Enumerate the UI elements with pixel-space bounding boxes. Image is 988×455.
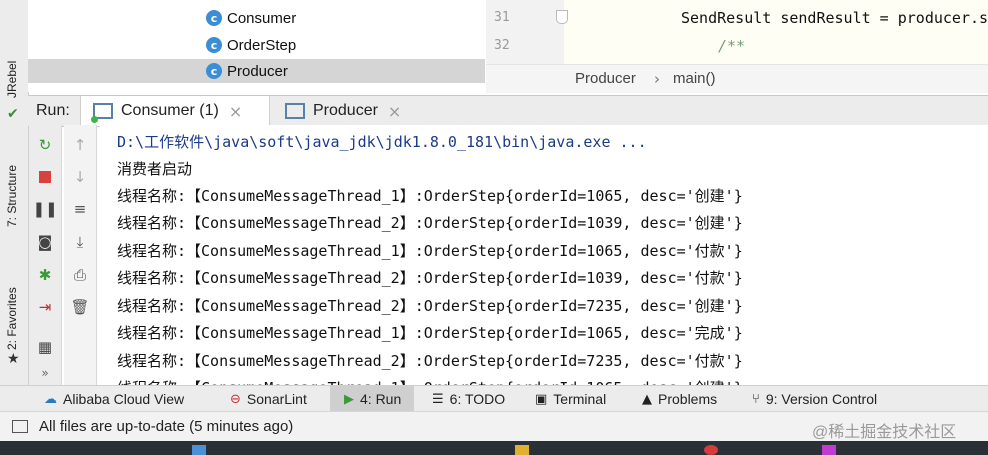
run-tab-bar: Run: Consumer (1) × Producer × bbox=[28, 95, 988, 127]
console-line: 线程名称:【ConsumeMessageThread_1】:OrderStep{… bbox=[117, 242, 743, 260]
running-dot-icon bbox=[91, 116, 98, 123]
tab-todo[interactable]: ☰ 6: TODO bbox=[432, 386, 505, 412]
tree-item-consumer[interactable]: c Consumer bbox=[206, 6, 296, 30]
run-toolbar: ↻ ❚❚ ◙ ✱ ⇥ ▦ » bbox=[29, 125, 62, 385]
tab-sonarlint[interactable]: ⊖ SonarLint bbox=[230, 386, 307, 412]
cloud-icon: ☁ bbox=[44, 391, 57, 407]
line-number: 32 bbox=[494, 38, 510, 53]
console-line: 线程名称:【ConsumeMessageThread_2】:OrderStep{… bbox=[117, 214, 743, 232]
structure-tab[interactable]: 7: Structure bbox=[5, 165, 19, 227]
jrebel-icon: ✔ bbox=[7, 106, 19, 122]
terminal-icon: ▣ bbox=[535, 391, 548, 407]
tab-label: Alibaba Cloud View bbox=[63, 391, 185, 407]
code-editor[interactable]: 31 32 SendResult sendResult = producer.s… bbox=[486, 0, 988, 64]
line-number: 31 bbox=[494, 10, 510, 25]
tab-producer[interactable]: Producer × bbox=[271, 96, 421, 126]
more-icon[interactable]: » bbox=[35, 363, 55, 383]
console-line: D:\工作软件\java\soft\java_jdk\jdk1.8.0_181\… bbox=[117, 133, 647, 151]
console-line: 线程名称:【ConsumeMessageThread_1】:OrderStep{… bbox=[117, 324, 743, 342]
class-icon: c bbox=[206, 10, 222, 26]
taskbar-app-icon[interactable] bbox=[192, 445, 206, 455]
console-line: 消费者启动 bbox=[117, 160, 193, 178]
tab-run[interactable]: ▶ 4: Run bbox=[330, 386, 414, 412]
breadcrumb: Producer › main() bbox=[486, 64, 988, 93]
camera-icon[interactable]: ◙ bbox=[35, 232, 55, 252]
exit-icon[interactable]: ⇥ bbox=[35, 297, 55, 317]
arrow-up-icon[interactable]: ↑ bbox=[70, 135, 90, 155]
console-toolbar: ↑ ↓ ≡ ⤓ ⎙ 🗑 bbox=[64, 125, 97, 385]
run-panel-label: Run: bbox=[36, 102, 70, 119]
stop-icon[interactable] bbox=[35, 167, 55, 187]
layout-icon[interactable]: ▦ bbox=[35, 337, 55, 357]
trash-icon[interactable]: 🗑 bbox=[70, 297, 90, 317]
todo-list-icon: ☰ bbox=[432, 391, 444, 407]
tab-label: Consumer (1) bbox=[121, 102, 219, 119]
pause-icon[interactable]: ❚❚ bbox=[32, 199, 57, 219]
restart-debug-icon[interactable]: ✱ bbox=[35, 265, 55, 285]
tab-label: 9: Version Control bbox=[765, 391, 878, 407]
tree-item-label: OrderStep bbox=[227, 36, 297, 54]
tab-label: SonarLint bbox=[246, 391, 307, 407]
os-taskbar bbox=[0, 441, 988, 455]
tab-label: Producer bbox=[313, 102, 378, 119]
console-line: 线程名称:【ConsumeMessageThread_2】:OrderStep{… bbox=[117, 352, 743, 370]
console-line: 线程名称:【ConsumeMessageThread_2】:OrderStep{… bbox=[117, 297, 743, 315]
warning-icon: ▲ bbox=[642, 391, 652, 407]
code-line: /** bbox=[718, 37, 746, 55]
watermark: @稀土掘金技术社区 bbox=[812, 424, 957, 441]
taskbar-app-icon[interactable] bbox=[704, 445, 718, 455]
console-line: 线程名称:【ConsumeMessageThread_1】:OrderStep{… bbox=[117, 187, 743, 205]
console-line: 线程名称:【ConsumeMessageThread_2】:OrderStep{… bbox=[117, 269, 743, 287]
close-icon[interactable]: × bbox=[229, 102, 242, 121]
class-icon: c bbox=[206, 37, 222, 53]
arrow-down-icon[interactable]: ↓ bbox=[70, 167, 90, 187]
soft-wrap-icon[interactable]: ≡ bbox=[70, 199, 90, 219]
star-icon: ★ bbox=[7, 351, 20, 367]
taskbar-app-icon[interactable] bbox=[822, 445, 836, 455]
console-icon bbox=[285, 103, 305, 119]
tab-label: 4: Run bbox=[360, 391, 402, 407]
console-icon bbox=[91, 103, 113, 123]
code-line: SendResult sendResult = producer.s bbox=[681, 9, 988, 27]
editor-gutter: 31 32 bbox=[486, 0, 568, 64]
tree-item-label: Consumer bbox=[227, 9, 297, 27]
tree-item-label: Producer bbox=[227, 62, 288, 80]
tab-label: Problems bbox=[658, 391, 718, 407]
status-message: All files are up-to-date (5 minutes ago) bbox=[39, 418, 294, 435]
tab-consumer[interactable]: Consumer (1) × bbox=[80, 96, 270, 126]
print-icon[interactable]: ⎙ bbox=[70, 265, 90, 285]
breadcrumb-chevron-icon: › bbox=[654, 70, 660, 88]
breadcrumb-method[interactable]: main() bbox=[673, 70, 716, 87]
project-tree: c Consumer c OrderStep c Producer bbox=[28, 0, 485, 92]
folder-icon[interactable] bbox=[515, 445, 529, 455]
run-icon: ▶ bbox=[344, 391, 354, 407]
tab-problems[interactable]: ▲ Problems bbox=[642, 386, 717, 412]
left-tool-strip: JRebel ✔ 7: Structure 2: Favorites ★ bbox=[0, 0, 29, 385]
tree-item-orderstep[interactable]: c OrderStep bbox=[206, 33, 296, 57]
console-line: 线程名称:【ConsumeMessageThread_1】:OrderStep{… bbox=[117, 377, 743, 385]
close-icon[interactable]: × bbox=[388, 102, 401, 121]
breadcrumb-class[interactable]: Producer bbox=[575, 70, 636, 87]
tab-alibaba-cloud-view[interactable]: ☁ Alibaba Cloud View bbox=[44, 386, 184, 412]
tab-label: 6: TODO bbox=[449, 391, 506, 407]
rerun-icon[interactable]: ↻ bbox=[35, 135, 55, 155]
version-control-icon: ⑂ bbox=[752, 391, 760, 407]
class-icon: c bbox=[206, 63, 222, 79]
scroll-to-end-icon[interactable]: ⤓ bbox=[70, 232, 90, 252]
sonarlint-icon: ⊖ bbox=[230, 391, 241, 407]
console-output[interactable]: D:\工作软件\java\soft\java_jdk\jdk1.8.0_181\… bbox=[100, 125, 988, 385]
tab-terminal[interactable]: ▣ Terminal bbox=[535, 386, 606, 412]
status-bar: All files are up-to-date (5 minutes ago)… bbox=[0, 411, 988, 442]
jrebel-tab[interactable]: JRebel bbox=[5, 61, 19, 98]
tree-item-producer[interactable]: c Producer bbox=[206, 59, 288, 83]
fold-marker-icon[interactable] bbox=[556, 10, 568, 24]
status-panel-icon[interactable] bbox=[12, 420, 28, 433]
tab-version-control[interactable]: ⑂ 9: Version Control bbox=[752, 386, 877, 412]
tab-label: Terminal bbox=[553, 391, 607, 407]
tool-window-bar: ☁ Alibaba Cloud View ⊖ SonarLint ▶ 4: Ru… bbox=[0, 385, 988, 412]
favorites-tab[interactable]: 2: Favorites bbox=[5, 287, 19, 350]
